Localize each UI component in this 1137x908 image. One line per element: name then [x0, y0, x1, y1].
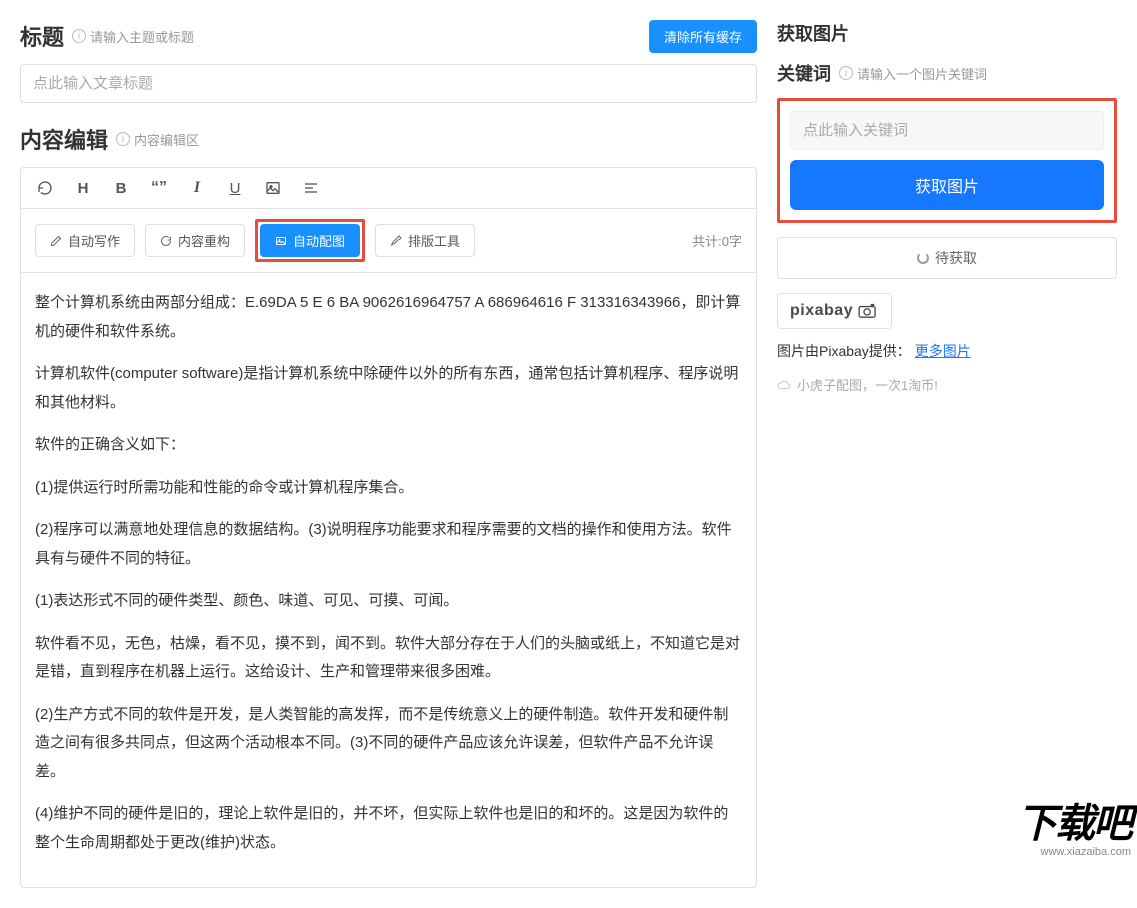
paragraph: (4)维护不同的硬件是旧的，理论上软件是旧的，并不坏，但实际上软件也是旧的和坏的… [35, 800, 742, 857]
image-source: 图片由Pixabay提供： 更多图片 [777, 341, 1117, 361]
editor-content[interactable]: 整个计算机系统由两部分组成：E.69DA 5 E 6 BA 9062616964… [21, 273, 756, 887]
content-section-header: 内容编辑 i 内容编辑区 [20, 123, 757, 155]
heading-icon[interactable]: H [73, 178, 93, 198]
title-heading: 标题 [20, 20, 64, 52]
bold-icon[interactable]: B [111, 178, 131, 198]
editor-box: H B “” I U 自动写作 内容重构 [20, 167, 757, 888]
word-count: 共计:0字 [692, 231, 742, 250]
keyword-section-header: 关键词 i 请输入一个图片关键词 [777, 60, 1117, 86]
action-toolbar: 自动写作 内容重构 自动配图 排版工具 共计:0字 [21, 209, 756, 273]
pending-box: 待获取 [777, 237, 1117, 279]
keyword-heading: 关键词 [777, 60, 831, 86]
align-left-icon[interactable] [301, 178, 321, 198]
format-toolbar: H B “” I U [21, 168, 756, 209]
tool-icon [390, 235, 402, 247]
clear-cache-button[interactable]: 清除所有缓存 [649, 20, 757, 53]
italic-icon[interactable]: I [187, 178, 207, 198]
pencil-icon [50, 235, 62, 247]
get-image-button[interactable]: 获取图片 [790, 160, 1104, 210]
more-images-link[interactable]: 更多图片 [915, 343, 971, 359]
pending-label: 待获取 [935, 248, 977, 268]
main-column: 标题 i 请输入主题或标题 清除所有缓存 内容编辑 i 内容编辑区 [20, 20, 757, 888]
keyword-input[interactable] [790, 111, 1104, 150]
auto-image-button[interactable]: 自动配图 [260, 224, 360, 257]
undo-icon[interactable] [35, 178, 55, 198]
get-image-heading: 获取图片 [777, 20, 1117, 46]
paragraph: (2)生产方式不同的软件是开发，是人类智能的高发挥，而不是传统意义上的硬件制造。… [35, 701, 742, 787]
title-section-header: 标题 i 请输入主题或标题 [20, 20, 194, 52]
content-hint: i 内容编辑区 [116, 130, 199, 149]
article-title-input[interactable] [20, 64, 757, 103]
auto-image-highlight: 自动配图 [255, 219, 365, 262]
refresh-icon [160, 235, 172, 247]
title-hint: i 请输入主题或标题 [72, 27, 194, 46]
content-heading: 内容编辑 [20, 123, 108, 155]
auto-write-button[interactable]: 自动写作 [35, 224, 135, 257]
paragraph: (1)表达形式不同的硬件类型、颜色、味道、可见、可摸、可闻。 [35, 587, 742, 616]
layout-tool-button[interactable]: 排版工具 [375, 224, 475, 257]
info-icon: i [839, 66, 853, 80]
keyword-box-highlight: 获取图片 [777, 98, 1117, 223]
keyword-hint: i 请输入一个图片关键词 [839, 64, 987, 83]
quote-icon[interactable]: “” [149, 178, 169, 198]
sidebar: 获取图片 关键词 i 请输入一个图片关键词 获取图片 待获取 pixabay 图… [777, 20, 1117, 888]
paragraph: 软件的正确含义如下： [35, 431, 742, 460]
paragraph: 整个计算机系统由两部分组成：E.69DA 5 E 6 BA 9062616964… [35, 289, 742, 346]
paragraph: 软件看不见，无色，枯燥，看不见，摸不到，闻不到。软件大部分存在于人们的头脑或纸上… [35, 630, 742, 687]
image-small-icon [275, 235, 287, 247]
paragraph: 计算机软件(computer software)是指计算机系统中除硬件以外的所有… [35, 360, 742, 417]
info-icon: i [72, 29, 86, 43]
cloud-icon [777, 380, 791, 390]
info-icon: i [116, 132, 130, 146]
paragraph: (2)程序可以满意地处理信息的数据结构。(3)说明程序功能要求和程序需要的文档的… [35, 516, 742, 573]
spinner-icon [917, 252, 929, 264]
underline-icon[interactable]: U [225, 178, 245, 198]
camera-icon [857, 303, 879, 319]
restructure-button[interactable]: 内容重构 [145, 224, 245, 257]
pixabay-badge: pixabay [777, 293, 892, 329]
footer-note: 小虎子配图，一次1淘币! [777, 375, 1117, 394]
image-icon[interactable] [263, 178, 283, 198]
paragraph: (1)提供运行时所需功能和性能的命令或计算机程序集合。 [35, 474, 742, 503]
